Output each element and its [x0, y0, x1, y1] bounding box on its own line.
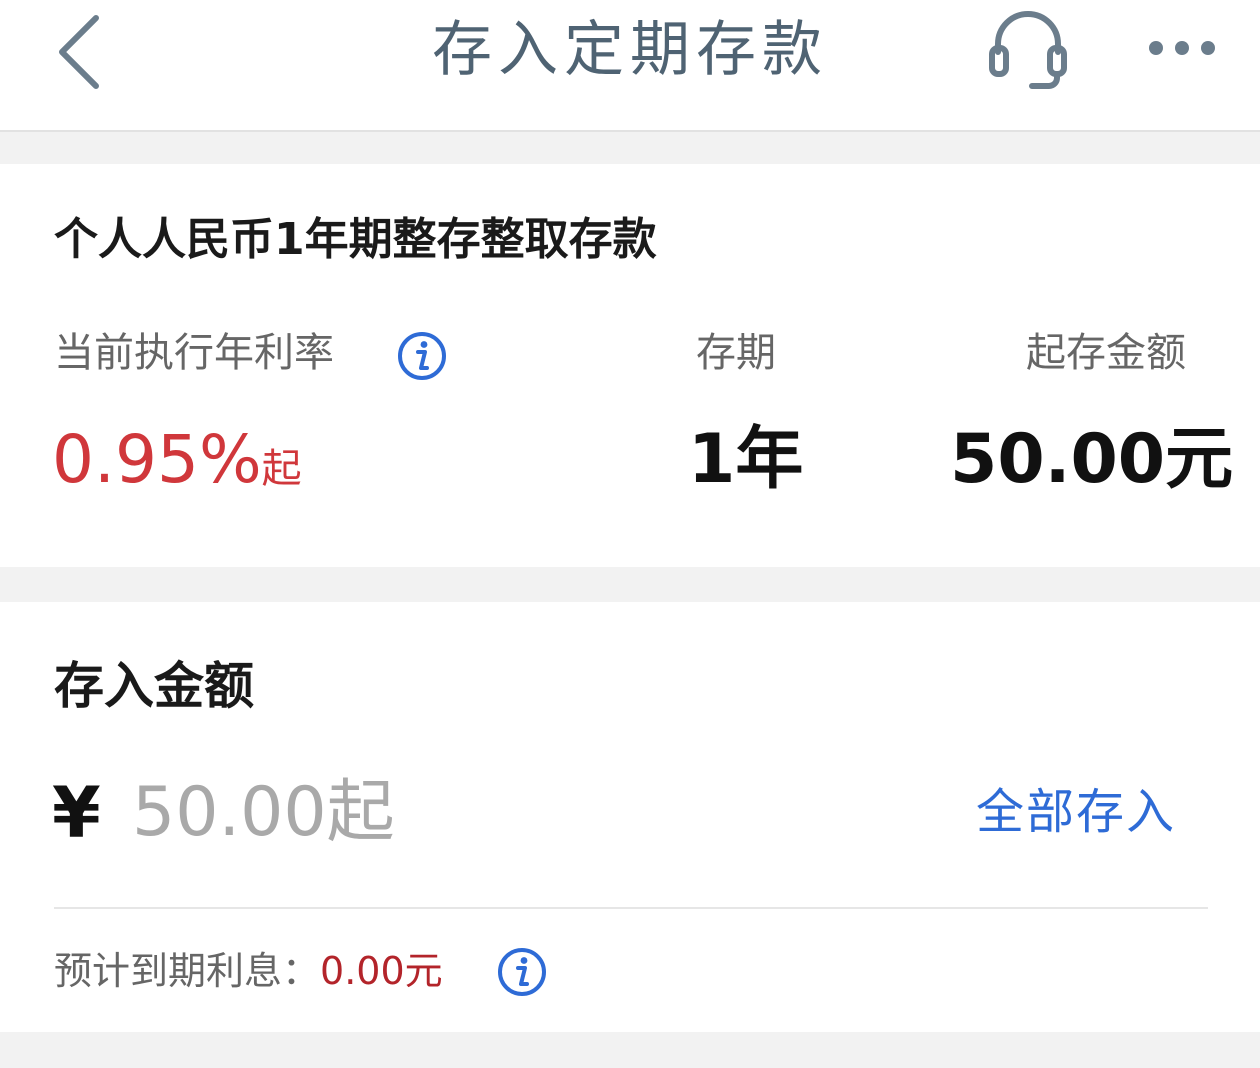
rate-suffix: 起 — [261, 446, 302, 492]
rate-value: 0.95%起 — [52, 422, 302, 507]
divider — [54, 907, 1208, 909]
term-label: 存期 — [696, 330, 776, 376]
headset-icon — [989, 11, 1067, 89]
amount-input[interactable] — [132, 768, 852, 856]
deposit-amount-card: 存入金额 ¥ 全部存入 预计到期利息：0.00元 — [0, 602, 1260, 1032]
deposit-amount-title: 存入金额 — [54, 657, 254, 715]
deposit-all-button[interactable]: 全部存入 — [976, 780, 1176, 844]
more-dots-icon — [1149, 41, 1215, 55]
min-amount-label: 起存金额 — [1026, 330, 1186, 376]
navigation-bar: 存入定期存款 — [0, 0, 1260, 132]
rate-number: 0.95% — [52, 421, 262, 498]
currency-symbol: ¥ — [52, 772, 101, 854]
rate-label: 当前执行年利率 — [54, 330, 334, 376]
expected-interest-row: 预计到期利息：0.00元 — [54, 944, 443, 998]
customer-service-button[interactable] — [980, 6, 1076, 96]
more-button[interactable] — [1136, 18, 1232, 78]
product-name: 个人人民币1年期整存整取存款 — [54, 214, 657, 265]
chevron-left-icon — [59, 15, 99, 89]
back-button[interactable] — [40, 10, 120, 90]
expected-interest-label: 预计到期利息： — [54, 949, 321, 993]
term-value: 1年 — [688, 420, 804, 499]
page-title: 存入定期存款 — [432, 15, 828, 85]
min-amount-value: 50.00元 — [950, 420, 1234, 499]
rate-info-icon[interactable] — [396, 330, 448, 382]
expected-interest-value: 0.00元 — [320, 949, 443, 993]
product-info-card: 个人人民币1年期整存整取存款 当前执行年利率 存期 起存金额 0.95%起 1年… — [0, 164, 1260, 567]
interest-info-icon[interactable] — [496, 946, 548, 998]
